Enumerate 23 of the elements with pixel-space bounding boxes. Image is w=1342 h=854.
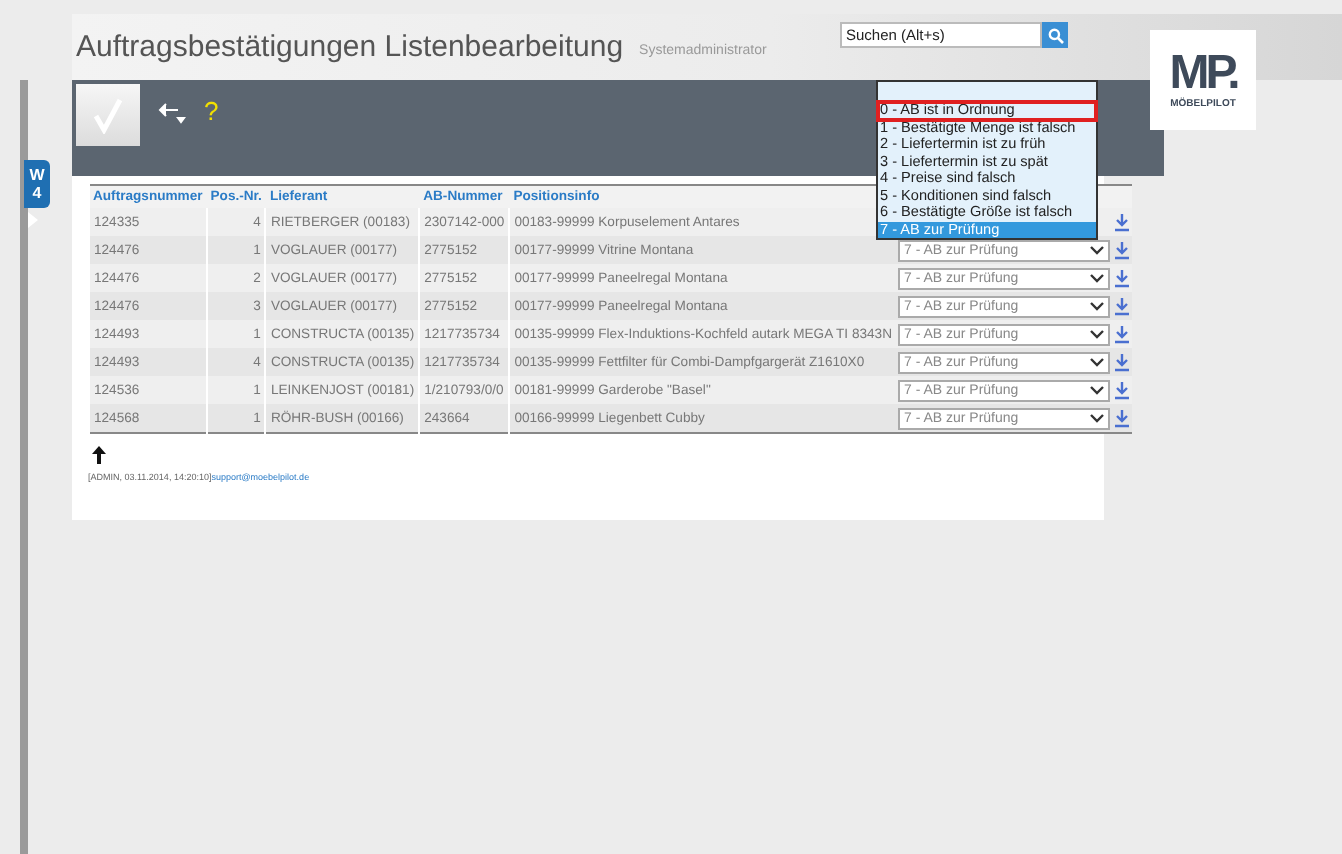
download-icon[interactable] [1113, 297, 1130, 315]
download-icon[interactable] [1113, 381, 1130, 399]
download-icon[interactable] [1113, 325, 1130, 343]
help-button[interactable]: ? [204, 96, 219, 126]
download-icon[interactable] [1113, 353, 1130, 371]
download-icon[interactable] [1113, 269, 1130, 287]
chevron-down-icon [1089, 329, 1104, 339]
search-icon [1047, 27, 1063, 43]
checkmark-icon [90, 97, 126, 133]
download-icon[interactable] [1113, 241, 1130, 259]
download-icon[interactable] [1113, 213, 1130, 231]
up-arrow-icon[interactable] [92, 446, 106, 464]
chevron-down-icon [1089, 413, 1104, 423]
chevron-down-icon [1089, 385, 1104, 395]
chevron-down-icon [1089, 301, 1104, 311]
page-title: Auftragsbestätigungen Listenbearbeitung [76, 30, 624, 64]
side-tab[interactable]: W 4 [24, 160, 50, 208]
chevron-down-icon [1089, 273, 1104, 283]
chevron-down-icon [1089, 245, 1104, 255]
search-button[interactable] [1042, 22, 1068, 48]
chevron-down-icon [1089, 357, 1104, 367]
download-icon[interactable] [1113, 409, 1130, 427]
back-arrow-icon[interactable] [156, 100, 188, 124]
